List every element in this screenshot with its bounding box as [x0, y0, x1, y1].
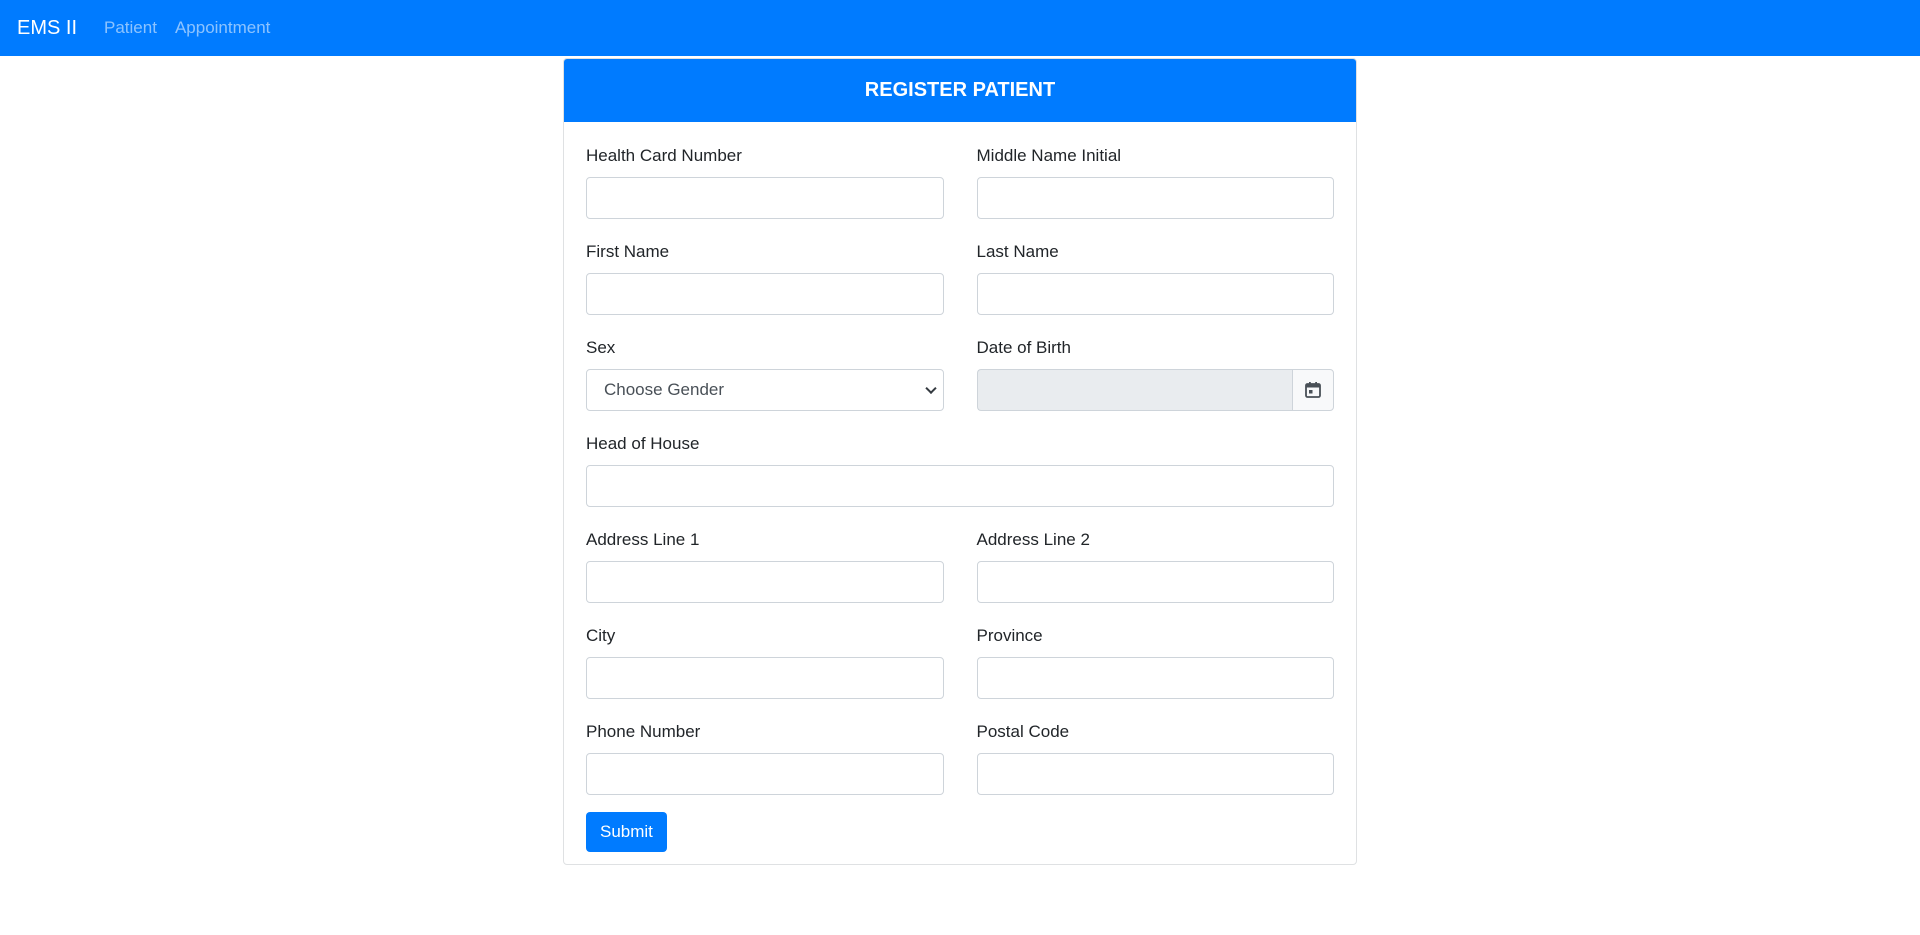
chevron-down-icon: [924, 382, 937, 395]
first-name-label: First Name: [586, 242, 670, 261]
city-group: City: [586, 622, 944, 699]
city-label: City: [586, 626, 616, 645]
dob-group: Date of Birth: [976, 334, 1334, 411]
sex-selected-value: Choose Gender: [604, 380, 725, 399]
top-navbar: EMS II Patient Appointment: [0, 0, 1920, 56]
first-name-input[interactable]: [586, 273, 944, 315]
phone-input[interactable]: [586, 753, 944, 795]
card-title: REGISTER PATIENT: [564, 59, 1356, 122]
submit-button[interactable]: Submit: [586, 812, 667, 852]
health-card-group: Health Card Number: [586, 142, 944, 219]
register-patient-card: REGISTER PATIENT Health Card Number Midd…: [563, 58, 1357, 865]
nav-link-patient[interactable]: Patient: [104, 18, 157, 38]
address2-label: Address Line 2: [976, 530, 1090, 549]
province-label: Province: [976, 626, 1043, 645]
address2-group: Address Line 2: [976, 526, 1334, 603]
middle-initial-label: Middle Name Initial: [976, 146, 1122, 165]
health-card-input[interactable]: [586, 177, 944, 219]
form-row: City Province: [586, 622, 1334, 699]
province-input[interactable]: [976, 657, 1334, 699]
address1-input[interactable]: [586, 561, 944, 603]
middle-initial-input[interactable]: [976, 177, 1334, 219]
head-of-house-input[interactable]: [586, 465, 1334, 507]
postal-group: Postal Code: [976, 718, 1334, 795]
form-row: First Name Last Name: [586, 238, 1334, 315]
head-of-house-group: Head of House: [586, 430, 1334, 507]
first-name-group: First Name: [586, 238, 944, 315]
brand-logo[interactable]: EMS II: [17, 17, 77, 40]
form-row: Health Card Number Middle Name Initial: [586, 142, 1334, 219]
last-name-input[interactable]: [976, 273, 1334, 315]
health-card-label: Health Card Number: [586, 146, 742, 165]
form-row: Address Line 1 Address Line 2: [586, 526, 1334, 603]
sex-label: Sex: [586, 338, 616, 357]
form-row: Sex Choose Gender Date of Birth: [586, 334, 1334, 411]
dob-label: Date of Birth: [976, 338, 1072, 357]
sex-select[interactable]: Choose Gender: [586, 369, 944, 411]
dob-input-group: [976, 369, 1334, 411]
postal-label: Postal Code: [976, 722, 1070, 741]
last-name-group: Last Name: [976, 238, 1334, 315]
postal-input[interactable]: [976, 753, 1334, 795]
middle-initial-group: Middle Name Initial: [976, 142, 1334, 219]
province-group: Province: [976, 622, 1334, 699]
calendar-icon: [1305, 382, 1321, 398]
address2-input[interactable]: [976, 561, 1334, 603]
nav-link-appointment[interactable]: Appointment: [175, 18, 270, 38]
address1-label: Address Line 1: [586, 530, 700, 549]
city-input[interactable]: [586, 657, 944, 699]
head-of-house-label: Head of House: [586, 434, 700, 453]
dob-input[interactable]: [976, 369, 1292, 411]
sex-group: Sex Choose Gender: [586, 334, 944, 411]
form-row: Head of House: [586, 430, 1334, 507]
phone-group: Phone Number: [586, 718, 944, 795]
date-picker-button[interactable]: [1292, 369, 1334, 411]
last-name-label: Last Name: [976, 242, 1059, 261]
register-form: Health Card Number Middle Name Initial F…: [564, 122, 1356, 852]
form-row: Phone Number Postal Code: [586, 718, 1334, 795]
phone-label: Phone Number: [586, 722, 701, 741]
address1-group: Address Line 1: [586, 526, 944, 603]
